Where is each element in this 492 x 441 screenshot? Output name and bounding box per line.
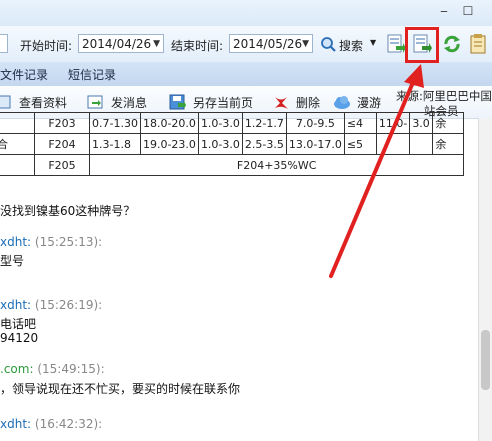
maximize-button[interactable]: ☐ (458, 4, 478, 18)
search-dropdown-icon: ▼ (370, 38, 377, 47)
refresh-icon[interactable] (442, 34, 462, 54)
chat-message-text: 型号 (0, 254, 25, 268)
highlight-box (405, 27, 439, 63)
table-cell: 2.5-3.5 (241, 133, 287, 155)
record-tabs: 文件记录 短信记录 (0, 62, 492, 87)
end-date-value: 2014/05/26 (233, 37, 303, 51)
source-text: 来源:阿里巴巴中国 (396, 89, 492, 103)
chevron-down-icon: ▼ (302, 39, 309, 49)
table-cell: F204 (34, 133, 90, 155)
table-cell (0, 112, 35, 134)
chat-message-header: xdht: (16:42:32): (0, 417, 102, 431)
chat-sender: xdht: (0, 235, 32, 249)
spec-table: F203 0.7-1.30 18.0-20.0 1.0-3.0 1.2-1.7 … (0, 112, 465, 176)
partial-combo[interactable] (0, 34, 8, 53)
table-cell: F203 (34, 112, 90, 134)
table-cell: 余 (432, 133, 465, 155)
start-date-picker[interactable]: 2014/04/26 ▼ (78, 34, 164, 53)
chat-sender: xdht: (0, 298, 32, 312)
send-message-icon (87, 95, 103, 109)
start-date-value: 2014/04/26 (82, 37, 152, 51)
end-date-picker[interactable]: 2014/05/26 ▼ (229, 34, 313, 53)
roam-cloud-icon (334, 96, 350, 109)
table-cell: 3.0 (409, 112, 434, 134)
table-cell: 0.7-1.30 (89, 112, 141, 134)
chat-message-header: xdht: (15:25:13): (0, 235, 102, 249)
table-row: F205 F204+35%WC (0, 154, 465, 176)
chat-timestamp: (16:42:32): (34, 417, 103, 431)
table-cell: 1.0-3.0 (197, 112, 243, 134)
table-cell (0, 154, 35, 176)
table-cell: 合 (0, 133, 35, 155)
table-cell: F205 (34, 154, 90, 176)
export-icon[interactable] (387, 34, 407, 54)
chat-message-header: .com: (15:49:15): (0, 362, 105, 376)
chat-timestamp: (15:26:19): (34, 298, 103, 312)
profile-icon (0, 95, 11, 109)
window-titlebar: ‒ ☐ (0, 0, 492, 26)
chevron-down-icon: ▼ (153, 39, 160, 49)
view-profile-button[interactable]: 查看资料 (19, 94, 67, 111)
tab-file-records[interactable]: 文件记录 (0, 66, 48, 83)
chat-message-header: xdht: (15:26:19): (0, 298, 102, 312)
minimize-button[interactable]: ‒ (434, 4, 454, 18)
chat-message-text: 电话吧 (0, 317, 37, 331)
vertical-scrollbar[interactable] (478, 118, 492, 441)
chat-timestamp: (15:25:13): (34, 235, 103, 249)
chat-line: 没找到镍基60这种牌号？ (0, 204, 136, 218)
end-time-label: 结束时间: (171, 39, 224, 53)
search-label: 搜索 (339, 39, 364, 53)
table-cell: 1.3-1.8 (89, 133, 141, 155)
table-cell: 1.2-1.7 (241, 112, 287, 134)
table-cell: 19.0-23.0 (139, 133, 199, 155)
search-icon (321, 37, 336, 52)
table-cell: 11.0- (375, 112, 411, 134)
table-cell (409, 133, 434, 155)
table-row: 合 F204 1.3-1.8 19.0-23.0 1.0-3.0 2.5-3.5… (0, 133, 465, 155)
table-cell: ≤4 (343, 112, 377, 134)
search-button[interactable]: 搜索 ▼ (318, 32, 378, 56)
table-cell: 1.0-3.0 (197, 133, 243, 155)
chat-sender: xdht: (0, 417, 32, 431)
chat-sender: .com: (0, 362, 34, 376)
save-page-icon (169, 94, 186, 110)
table-cell: 余 (432, 112, 465, 134)
table-cell: 7.0-9.5 (285, 112, 345, 134)
notes-icon[interactable] (468, 34, 488, 54)
chat-message-text: ，领导说现在还不忙买，要买的时候在联系你 (0, 382, 241, 396)
tab-sms-records[interactable]: 短信记录 (68, 66, 116, 83)
chat-timestamp: (15:49:15): (37, 362, 105, 376)
save-current-page-button[interactable]: 另存当前页 (193, 94, 253, 111)
table-cell: 13.0-17.0 (285, 133, 345, 155)
table-row: F203 0.7-1.30 18.0-20.0 1.0-3.0 1.2-1.7 … (0, 112, 465, 134)
chat-message-text: 94120 (0, 331, 39, 345)
delete-button[interactable]: 删除 (296, 94, 320, 111)
table-cell (375, 133, 411, 155)
table-cell: 18.0-20.0 (139, 112, 199, 134)
table-cell: ≤5 (343, 133, 377, 155)
scrollbar-thumb[interactable] (481, 330, 490, 390)
roam-button[interactable]: 漫游 (357, 94, 381, 111)
delete-icon (275, 97, 288, 109)
table-cell: F204+35%WC (88, 154, 465, 176)
start-time-label: 开始时间: (20, 39, 73, 53)
send-message-button[interactable]: 发消息 (111, 94, 147, 111)
